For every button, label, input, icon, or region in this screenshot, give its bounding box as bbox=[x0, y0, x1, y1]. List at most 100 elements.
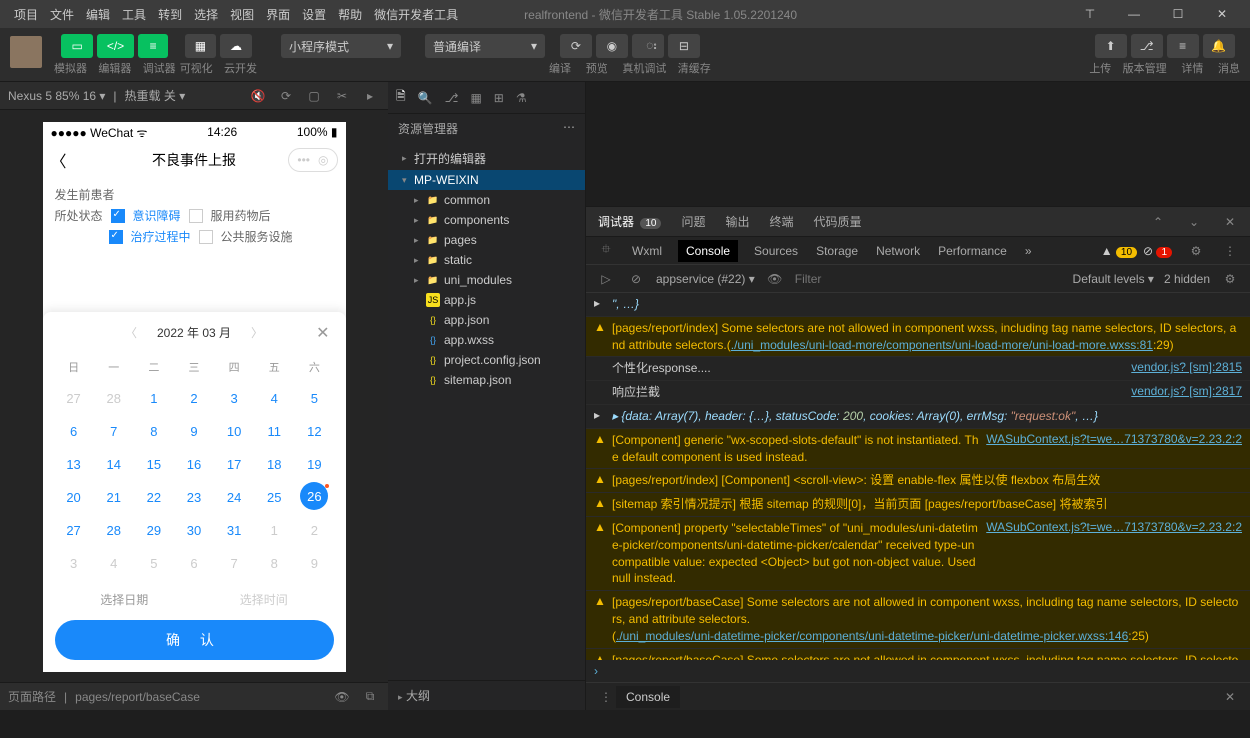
cal-day[interactable]: 29 bbox=[135, 515, 173, 546]
cal-day[interactable]: 20 bbox=[55, 482, 93, 513]
checkbox[interactable] bbox=[199, 230, 213, 244]
clear-icon[interactable]: ⊘ bbox=[626, 269, 646, 289]
device-select[interactable]: Nexus 5 85% 16 ▾ bbox=[8, 89, 105, 103]
gear-icon[interactable]: ⚙ bbox=[1220, 269, 1240, 289]
cal-day[interactable]: 17 bbox=[215, 449, 253, 480]
cal-day-next[interactable]: 8 bbox=[255, 548, 293, 579]
cal-day[interactable]: 22 bbox=[135, 482, 173, 513]
cal-day[interactable]: 30 bbox=[175, 515, 213, 546]
cal-day-prev[interactable]: 28 bbox=[95, 383, 133, 414]
cal-day[interactable]: 10 bbox=[215, 416, 253, 447]
menu-select[interactable]: 选择 bbox=[188, 6, 224, 23]
file-project-config[interactable]: {}project.config.json bbox=[388, 350, 585, 370]
drawer-close-icon[interactable]: ✕ bbox=[1220, 687, 1240, 707]
log-link[interactable]: ./uni_modules/uni-load-more/components/u… bbox=[731, 338, 1153, 352]
cal-day[interactable]: 16 bbox=[175, 449, 213, 480]
cal-day[interactable]: 6 bbox=[55, 416, 93, 447]
checkbox[interactable] bbox=[111, 209, 125, 223]
cal-day-prev[interactable]: 27 bbox=[55, 383, 93, 414]
tab-terminal[interactable]: 终端 bbox=[768, 213, 796, 230]
select-date-tab[interactable]: 选择日期 bbox=[100, 591, 148, 608]
pin-icon[interactable]: ⊤ bbox=[1070, 2, 1110, 26]
menu-view[interactable]: 视图 bbox=[224, 6, 260, 23]
outline-section[interactable]: ▸大纲 bbox=[388, 680, 585, 710]
back-icon[interactable]: 〈 bbox=[51, 148, 67, 172]
cal-day[interactable]: 24 bbox=[215, 482, 253, 513]
drawer-kebab-icon[interactable]: ⋮ bbox=[596, 687, 616, 707]
hot-reload-toggle[interactable]: 热重载 关 ▾ bbox=[125, 87, 186, 104]
log-source-link[interactable]: vendor.js? [sm]:2815 bbox=[1131, 360, 1242, 374]
cal-day[interactable]: 26 bbox=[300, 482, 328, 510]
file-app-js[interactable]: JSapp.js bbox=[388, 290, 585, 310]
cloud-button[interactable]: ☁ bbox=[220, 34, 252, 58]
menu-edit[interactable]: 编辑 bbox=[80, 6, 116, 23]
log-source-link[interactable]: WASubContext.js?t=we…71373780&v=2.23.2:2 bbox=[986, 520, 1242, 534]
cal-day[interactable]: 28 bbox=[95, 515, 133, 546]
close-calendar-icon[interactable]: ✕ bbox=[316, 323, 329, 343]
version-button[interactable]: ⎇ bbox=[1131, 34, 1163, 58]
menu-settings[interactable]: 设置 bbox=[296, 6, 332, 23]
tab-sources[interactable]: Sources bbox=[752, 240, 800, 262]
eye-icon[interactable]: 👁 bbox=[332, 687, 352, 707]
prev-month-icon[interactable]: 〈 bbox=[125, 324, 137, 341]
mode-select[interactable]: 小程序模式▾ bbox=[281, 34, 401, 58]
capsule-menu[interactable]: •••◎ bbox=[288, 148, 337, 172]
cal-day[interactable]: 2 bbox=[175, 383, 213, 414]
remote-debug-button[interactable]: �း bbox=[632, 34, 664, 58]
cal-day[interactable]: 14 bbox=[95, 449, 133, 480]
menu-project[interactable]: 项目 bbox=[8, 6, 44, 23]
page-path[interactable]: pages/report/baseCase bbox=[75, 690, 324, 704]
chevron-up-icon[interactable]: ⌃ bbox=[1148, 212, 1168, 232]
cal-day[interactable]: 7 bbox=[95, 416, 133, 447]
minimize-icon[interactable]: — bbox=[1114, 2, 1154, 26]
preview-button[interactable]: ◉ bbox=[596, 34, 628, 58]
sound-icon[interactable]: 🔇 bbox=[248, 86, 268, 106]
select-time-tab[interactable]: 选择时间 bbox=[240, 591, 288, 608]
cal-day[interactable]: 8 bbox=[135, 416, 173, 447]
eye-icon[interactable]: 👁 bbox=[765, 269, 785, 289]
close-panel-icon[interactable]: ✕ bbox=[1220, 212, 1240, 232]
tab-debugger[interactable]: 调试器 10 bbox=[596, 213, 663, 230]
folder-pages[interactable]: ▸📁pages bbox=[388, 230, 585, 250]
copy-icon[interactable]: ⧉ bbox=[360, 687, 380, 707]
next-month-icon[interactable]: 〉 bbox=[251, 324, 263, 341]
checkbox[interactable] bbox=[109, 230, 123, 244]
cal-day[interactable]: 13 bbox=[55, 449, 93, 480]
maximize-icon[interactable]: ☐ bbox=[1158, 2, 1198, 26]
clear-cache-button[interactable]: ⊟ bbox=[668, 34, 700, 58]
filter-input[interactable] bbox=[795, 272, 1063, 286]
menu-goto[interactable]: 转到 bbox=[152, 6, 188, 23]
cal-day-next[interactable]: 5 bbox=[135, 548, 173, 579]
cal-day[interactable]: 5 bbox=[295, 383, 333, 414]
log-link[interactable]: ./uni_modules/uni-datetime-picker/compon… bbox=[616, 629, 1128, 643]
cal-day-next[interactable]: 9 bbox=[295, 548, 333, 579]
drawer-console-tab[interactable]: Console bbox=[616, 686, 680, 708]
avatar[interactable] bbox=[10, 36, 42, 68]
opened-editors-section[interactable]: ▸打开的编辑器 bbox=[388, 147, 585, 170]
cal-day[interactable]: 19 bbox=[295, 449, 333, 480]
menu-ui[interactable]: 界面 bbox=[260, 6, 296, 23]
menu-wxdevtools[interactable]: 微信开发者工具 bbox=[368, 6, 464, 23]
project-section[interactable]: ▾MP-WEIXIN bbox=[388, 170, 585, 190]
search-tab-icon[interactable]: 🔍 bbox=[418, 91, 433, 105]
gear-icon[interactable]: ⚙ bbox=[1186, 241, 1206, 261]
file-app-wxss[interactable]: {}app.wxss bbox=[388, 330, 585, 350]
play-icon[interactable]: ▷ bbox=[596, 269, 616, 289]
cal-day[interactable]: 18 bbox=[255, 449, 293, 480]
rotate-icon[interactable]: ▢ bbox=[304, 86, 324, 106]
console-prompt[interactable]: › bbox=[586, 660, 1250, 682]
cal-day[interactable]: 11 bbox=[255, 416, 293, 447]
cal-day[interactable]: 21 bbox=[95, 482, 133, 513]
tab-console[interactable]: Console bbox=[678, 240, 738, 262]
warn-badge[interactable]: ▲ 10 bbox=[1101, 244, 1137, 258]
cal-day[interactable]: 27 bbox=[55, 515, 93, 546]
cal-day[interactable]: 1 bbox=[135, 383, 173, 414]
hidden-count[interactable]: 2 hidden bbox=[1164, 272, 1210, 286]
folder-uni-modules[interactable]: ▸📁uni_modules bbox=[388, 270, 585, 290]
simulator-button[interactable]: ▭ bbox=[61, 34, 92, 58]
cal-day[interactable]: 4 bbox=[255, 383, 293, 414]
refresh-icon[interactable]: ⟳ bbox=[276, 86, 296, 106]
cal-day[interactable]: 12 bbox=[295, 416, 333, 447]
compile-select[interactable]: 普通编译▾ bbox=[425, 34, 545, 58]
cal-day[interactable]: 31 bbox=[215, 515, 253, 546]
